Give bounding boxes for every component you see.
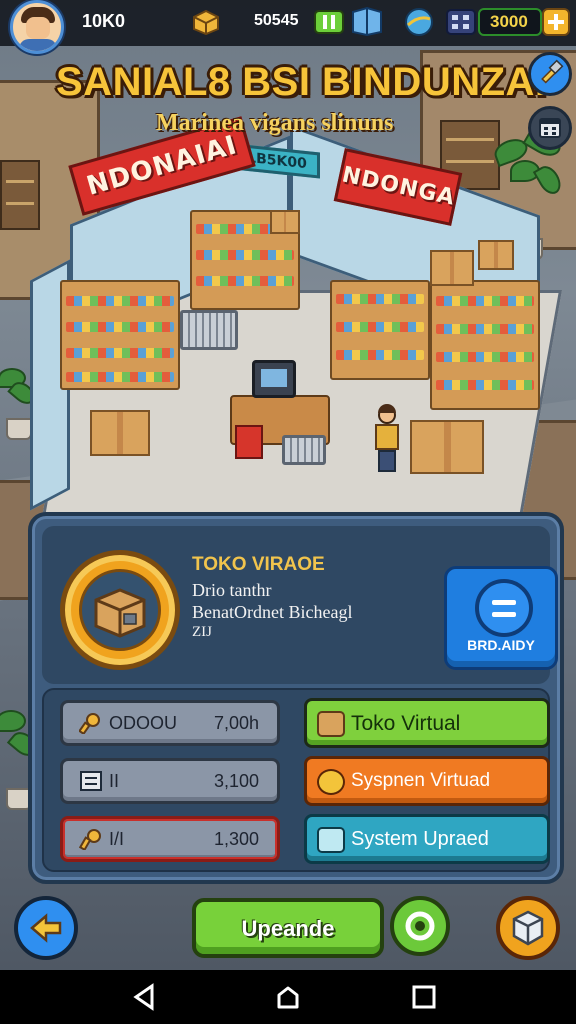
pencil-icon [317,827,345,853]
box-icon [512,910,544,946]
stat-row: ODOOU 7,00h [60,700,280,746]
toko-virtual-button[interactable]: Toko Virtual [304,698,550,748]
stat-value: 3,100 [213,771,259,791]
currency-amount: 3000 [490,12,528,31]
equals-icon [475,579,533,637]
box-count: 50545 [254,12,299,29]
upgrade-button[interactable]: Upeande [192,898,384,958]
cardboard-box[interactable] [410,420,484,474]
system-navigation-bar [0,970,576,1024]
back-nav-icon[interactable] [130,983,158,1011]
item-title: TOKO VIRAOE [192,554,325,575]
stat-row: I/I 1,300 [60,816,280,862]
game-title: SANIAL8 BSI BINDUNZAI [56,60,547,104]
shelf-right[interactable] [430,280,540,410]
inventory-button[interactable] [496,896,560,960]
package-icon [94,588,146,638]
upgrade-panel: TOKO VIRAOE Drio tanthr BenatOrdnet Bich… [28,512,564,884]
shelf-left[interactable] [60,280,180,390]
calculator-icon[interactable] [446,9,476,35]
cardboard-box[interactable] [90,410,150,456]
item-description-3: ZIJ [192,624,212,640]
gear-icon [317,769,345,795]
system-upgrade-button[interactable]: System Upraed [304,814,550,864]
refresh-icon [405,911,435,941]
list-icon [80,771,102,791]
back-arrow-icon [30,913,62,943]
shelf-center[interactable] [330,280,430,380]
game-subtitle: Marinea vigans slinuns [156,110,394,136]
add-currency-icon[interactable] [542,8,570,36]
upgrade-button-label: Upeande [241,916,335,941]
action-label: Toko Virtual [351,712,461,735]
recents-nav-icon[interactable] [410,983,438,1011]
hammer-settings-button[interactable] [528,52,572,96]
shopping-cart[interactable] [282,435,326,465]
top-bar: 10K0 50545 3000 [0,0,576,54]
cash-register-monitor[interactable] [252,360,296,398]
book-icon[interactable] [350,6,384,36]
player-level: 10K0 [82,11,126,31]
key-icon [79,829,101,850]
wrench-icon [79,713,100,734]
refresh-button[interactable] [390,896,450,956]
globe-icon[interactable] [404,7,434,37]
calendar-icon [539,118,561,138]
stat-value: 7,00h [213,713,259,733]
home-nav-icon[interactable] [274,983,302,1011]
calendar-button[interactable] [528,106,572,150]
item-badge [60,550,180,670]
red-stool [235,425,263,459]
hammer-icon [541,59,564,84]
action-label: Syspnen Virtuad [351,770,491,791]
item-description-1: Drio tanthr [192,580,272,600]
action-label: System Upraed [351,828,489,850]
box-resource-icon [193,9,219,35]
ready-button[interactable]: BRD.AIDY [444,566,558,670]
cardboard-box[interactable] [430,250,474,286]
stat-row: II 3,100 [60,758,280,804]
stat-label: I/I [109,829,125,849]
back-button[interactable] [14,896,78,960]
stats-and-actions: ODOOU 7,00h II 3,100 I/I 1,300 Toko Virt… [42,688,550,872]
shopkeeper-character[interactable] [372,404,402,476]
player-avatar[interactable] [10,0,64,54]
item-description-2: BenatOrdnet Bicheagl [192,602,353,622]
cash-add-icon[interactable] [314,9,344,35]
ready-button-label: BRD.AIDY [467,637,535,653]
cardboard-box[interactable] [270,210,300,234]
system-virtual-button[interactable]: Syspnen Virtuad [304,756,550,806]
stat-value: 1,300 [213,829,259,849]
item-card: TOKO VIRAOE Drio tanthr BenatOrdnet Bich… [42,526,558,684]
cardboard-box[interactable] [478,240,514,270]
box-icon [317,711,345,737]
stat-label: II [109,771,120,791]
stat-label: ODOOU [109,713,178,733]
shopping-cart[interactable] [180,310,238,350]
store-room[interactable]: LB5K00 [30,124,563,540]
